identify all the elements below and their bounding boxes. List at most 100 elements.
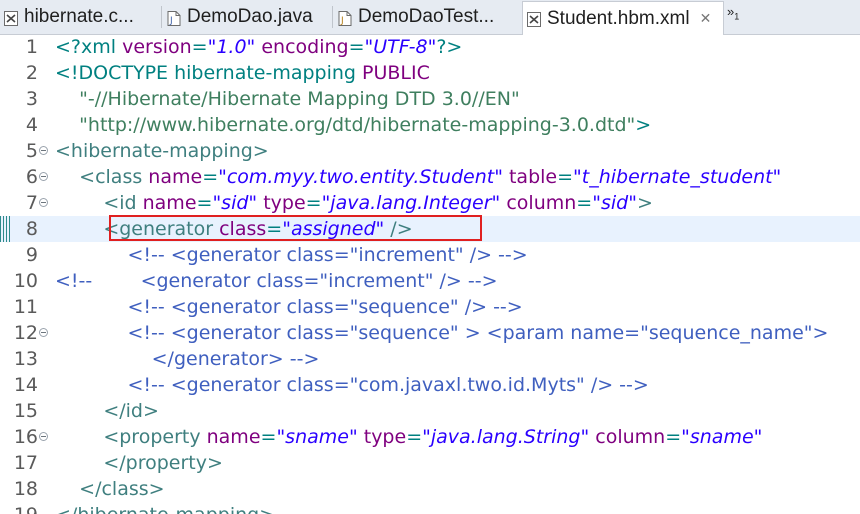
code-text: <id name="sid" type="java.lang.Integer" …	[55, 190, 653, 216]
tab-3[interactable]: J DemoDaoTest...	[334, 2, 520, 32]
code-token: "-//Hibernate/Hibernate Mapping DTD 3.0/…	[55, 88, 520, 110]
code-text: </class>	[55, 476, 164, 502]
fold-toggle-icon[interactable]	[39, 146, 48, 155]
code-token: encoding	[255, 36, 349, 58]
java-test-file-icon: J	[338, 10, 352, 26]
tab-label: DemoDao.java	[187, 6, 313, 27]
code-token: "java.lang.Integer"	[321, 192, 501, 214]
fold-toggle-icon[interactable]	[39, 172, 48, 181]
code-token: <hibernate-mapping>	[55, 140, 269, 162]
code-line[interactable]: 13 </generator> -->	[0, 346, 860, 372]
close-icon[interactable]: ✕	[700, 10, 712, 27]
xml-source-editor[interactable]: 1 <?xml version="1.0" encoding="UTF-8"?> 2…	[0, 35, 860, 514]
code-text: <class name="com.myy.two.entity.Student"…	[55, 164, 781, 190]
code-token: =	[665, 426, 682, 448]
code-token: >	[636, 192, 653, 214]
tab-overflow-button[interactable]: »1	[727, 4, 739, 22]
code-token: "t_hibernate_student"	[573, 166, 782, 188]
fold-toggle-icon[interactable]	[39, 328, 48, 337]
code-token: </generator> -->	[55, 348, 320, 370]
code-text: </property>	[55, 450, 223, 476]
code-token: <!-- <generator class="sequence" > <para…	[55, 322, 829, 344]
code-line[interactable]: 15 </id>	[0, 398, 860, 424]
code-line[interactable]: 12 <!-- <generator class="sequence" > <p…	[0, 320, 860, 346]
code-line[interactable]: 1 <?xml version="1.0" encoding="UTF-8"?>	[0, 34, 860, 60]
eclipse-editor-window: hibernate.c... J DemoDao.java J DemoDaoTest.…	[0, 0, 860, 514]
code-line[interactable]: 18 </class>	[0, 476, 860, 502]
tab-label: Student.hbm.xml	[547, 7, 690, 29]
code-text: "-//Hibernate/Hibernate Mapping DTD 3.0/…	[55, 86, 520, 112]
code-text: <!DOCTYPE hibernate-mapping PUBLIC	[55, 60, 430, 86]
code-line[interactable]: 17 </property>	[0, 450, 860, 476]
code-text: <!-- <generator class="com.javaxl.two.id…	[55, 372, 648, 398]
code-token: "java.lang.String"	[422, 426, 590, 448]
code-token: "UTF-8"	[364, 36, 437, 58]
code-token: table	[502, 166, 558, 188]
tab-label: DemoDaoTest...	[358, 6, 495, 27]
line-number: 3	[25, 88, 38, 110]
code-token: <?xml	[55, 36, 123, 58]
tab-1[interactable]: hibernate.c...	[0, 2, 160, 32]
editor-tab-bar: hibernate.c... J DemoDao.java J DemoDaoTest.…	[0, 0, 860, 35]
code-token: name	[206, 426, 261, 448]
line-number: 19	[0, 502, 38, 514]
code-token: </property>	[55, 452, 223, 474]
code-token: <!-- <generator class="increment" /> -->	[55, 270, 498, 292]
code-token: "http://www.hibernate.org/dtd/hibernate-…	[55, 114, 636, 136]
code-text: <!-- <generator class="increment" /> -->	[55, 268, 497, 294]
code-text: </generator> -->	[55, 346, 320, 372]
code-token: column	[589, 426, 666, 448]
java-file-icon: J	[167, 10, 181, 26]
code-token: name	[148, 166, 203, 188]
svg-text:J: J	[169, 16, 173, 26]
code-token: <property	[55, 426, 207, 448]
code-text: <hibernate-mapping>	[55, 138, 269, 164]
code-token: "sname"	[276, 426, 358, 448]
code-text: "http://www.hibernate.org/dtd/hibernate-…	[55, 112, 651, 138]
code-line[interactable]: 11 <!-- <generator class="sequence" /> -…	[0, 294, 860, 320]
code-line[interactable]: 19 </hibernate-mapping>	[0, 502, 860, 514]
code-line[interactable]: 7 <id name="sid" type="java.lang.Integer…	[0, 190, 860, 216]
code-token: PUBLIC	[362, 62, 430, 84]
line-number: 17	[13, 452, 38, 474]
tab-2[interactable]: J DemoDao.java	[163, 2, 331, 32]
xml-file-icon	[4, 10, 18, 26]
code-text: <?xml version="1.0" encoding="UTF-8"?>	[55, 34, 462, 60]
fold-toggle-icon[interactable]	[39, 432, 48, 441]
code-token: =	[305, 192, 322, 214]
tab-separator	[161, 6, 162, 28]
line-number: 13	[13, 348, 38, 370]
code-token: =	[260, 426, 277, 448]
code-token: column	[500, 192, 577, 214]
tab-4[interactable]: Student.hbm.xml ✕	[522, 1, 724, 35]
code-text: </hibernate-mapping>	[55, 502, 275, 514]
line-number: 5	[25, 140, 38, 162]
code-line[interactable]: 9 <!-- <generator class="increment" /> -…	[0, 242, 860, 268]
code-line[interactable]: 2 <!DOCTYPE hibernate-mapping PUBLIC	[0, 60, 860, 86]
code-line[interactable]: 10 <!-- <generator class="increment" /> -…	[0, 268, 860, 294]
code-token: "sid"	[592, 192, 637, 214]
code-text: <property name="sname" type="java.lang.S…	[55, 424, 762, 450]
code-token: <!-- <generator class="increment" /> -->	[55, 244, 528, 266]
code-token: =	[557, 166, 574, 188]
line-number: 14	[13, 374, 38, 396]
code-token: =	[191, 36, 208, 58]
line-number: 11	[13, 296, 38, 318]
code-token: <!-- <generator class="sequence" /> -->	[55, 296, 523, 318]
code-line[interactable]: 3 "-//Hibernate/Hibernate Mapping DTD 3.…	[0, 86, 860, 112]
code-line[interactable]: 6 <class name="com.myy.two.entity.Studen…	[0, 164, 860, 190]
line-number: 2	[25, 62, 38, 84]
code-line[interactable]: 5 <hibernate-mapping>	[0, 138, 860, 164]
xml-file-icon	[527, 11, 541, 27]
code-line[interactable]: 14 <!-- <generator class="com.javaxl.two…	[0, 372, 860, 398]
code-text: <!-- <generator class="increment" /> -->	[55, 242, 528, 268]
tab-separator	[332, 6, 333, 28]
line-number: 15	[13, 400, 38, 422]
code-line[interactable]: 16 <property name="sname" type="java.lan…	[0, 424, 860, 450]
code-token: <class	[55, 166, 149, 188]
code-token: name	[142, 192, 197, 214]
code-token: <id	[55, 192, 143, 214]
code-text: <!-- <generator class="sequence" /> -->	[55, 294, 523, 320]
code-line[interactable]: 4 "http://www.hibernate.org/dtd/hibernat…	[0, 112, 860, 138]
fold-toggle-icon[interactable]	[39, 198, 48, 207]
